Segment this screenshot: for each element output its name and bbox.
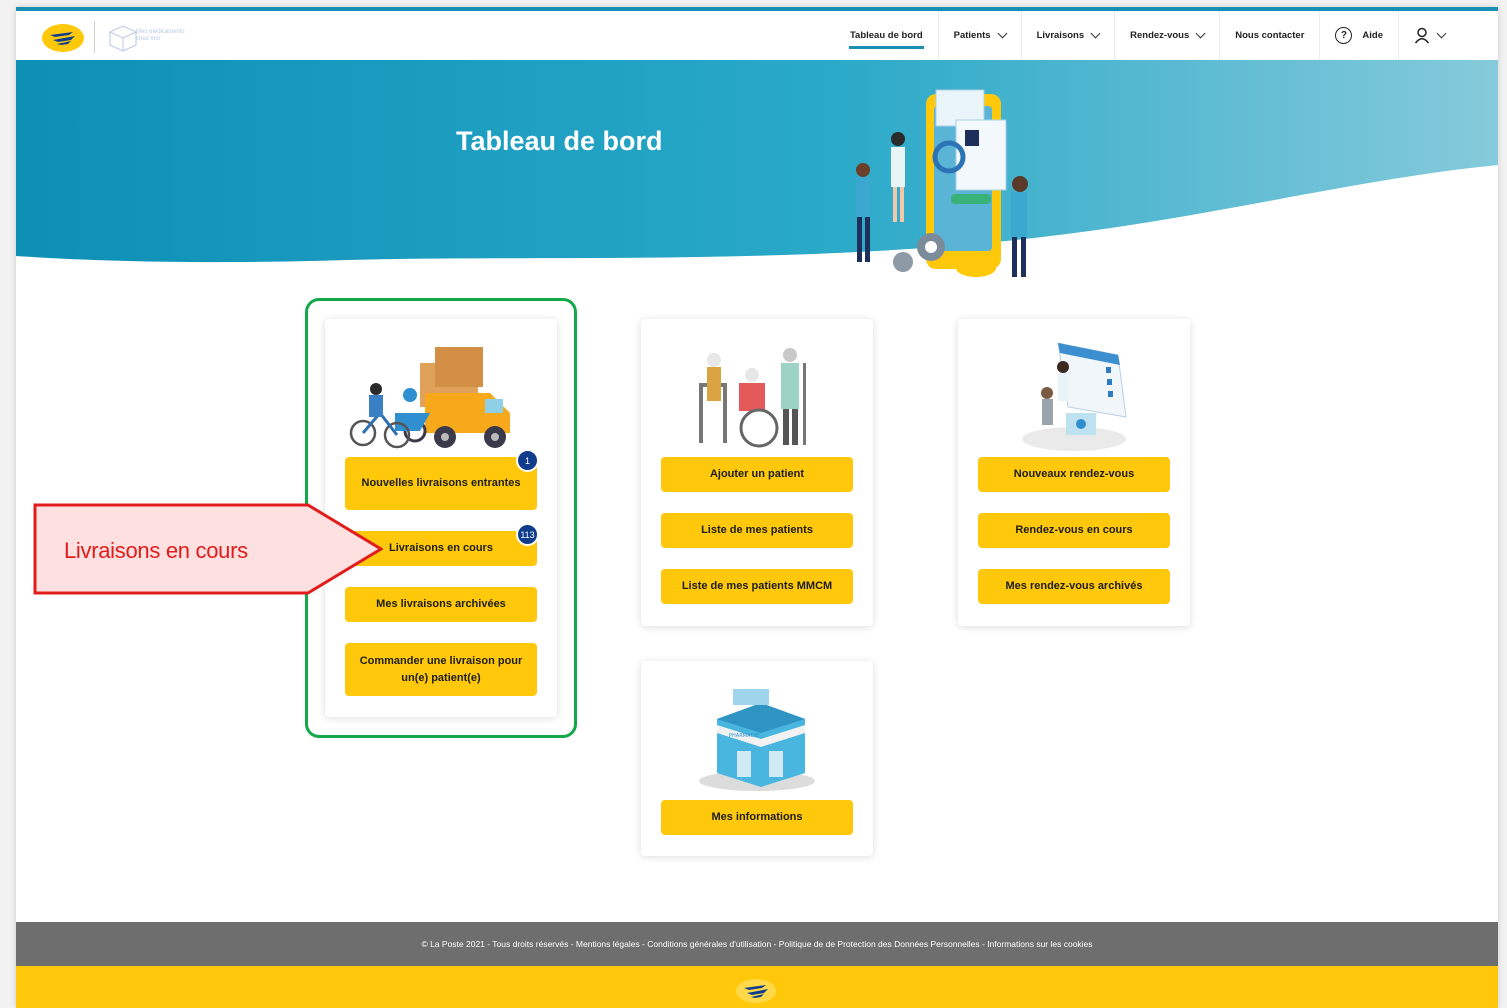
hero-banner: Tableau de bord [16,60,1498,320]
mmcm-logo-line1: Mes médicaments [136,29,185,35]
logo-separator [94,21,95,53]
nav-rendez-vous[interactable]: Rendez-vous [1114,11,1219,60]
card-patients: Ajouter un patient Liste de mes patients… [641,319,873,626]
card-informations: PHARMACIE Mes informations [641,661,873,856]
nav-aide[interactable]: ? Aide [1319,11,1398,60]
calendar-illustration-icon [1022,342,1127,451]
patients-illustration-icon [699,348,806,448]
la-poste-logo-icon[interactable] [41,23,85,53]
pharmacy-sign-text: PHARMACIE [729,733,758,739]
rendez-vous-en-cours-label: Rendez-vous en cours [1015,524,1133,536]
footer-links: © La Poste 2021 - Tous droits réservés -… [16,922,1498,966]
nav-nous-contacter-label: Nous contacter [1235,30,1305,41]
rendez-vous-archives-label: Mes rendez-vous archivés [1005,580,1143,592]
nouveaux-rendez-vous-label: Nouveaux rendez-vous [1013,468,1135,480]
chevron-down-icon [997,28,1008,39]
help-icon: ? [1335,27,1353,44]
ajouter-patient-label: Ajouter un patient [709,468,805,480]
nouveaux-rendez-vous-button[interactable]: Nouveaux rendez-vous [978,457,1170,492]
card-rendez-vous: Nouveaux rendez-vous Rendez-vous en cour… [958,319,1190,626]
mes-informations-label: Mes informations [711,811,803,823]
nav-livraisons-label: Livraisons [1036,30,1085,41]
dashboard-illustration-icon [856,89,1028,277]
user-icon [1414,27,1430,44]
footer-text[interactable]: © La Poste 2021 - Tous droits réservés -… [421,939,1092,949]
pharmacy-shop-icon: PHARMACIE [699,689,815,791]
nav-livraisons[interactable]: Livraisons [1020,11,1115,60]
nav-rendez-vous-label: Rendez-vous [1130,30,1190,41]
liste-patients-mmcm-button[interactable]: Liste de mes patients MMCM [661,569,853,604]
liste-patients-label: Liste de mes patients [701,524,813,536]
rendez-vous-en-cours-button[interactable]: Rendez-vous en cours [978,513,1170,548]
main-nav: Tableau de bord Patients Livraisons Rend… [835,11,1460,60]
mmcm-logo-line2: chez moi [136,36,161,42]
nav-patients[interactable]: Patients [937,11,1021,60]
app-window: Mes médicaments chez moi Tableau de bord… [16,7,1498,1008]
page-title: Tableau de bord [456,126,663,156]
nav-tableau-de-bord[interactable]: Tableau de bord [835,11,938,60]
nav-nous-contacter[interactable]: Nous contacter [1219,11,1319,60]
nav-tableau-de-bord-label: Tableau de bord [849,30,923,41]
user-menu[interactable] [1398,11,1460,60]
hero-wave-background [16,60,1498,263]
ajouter-patient-button[interactable]: Ajouter un patient [661,457,853,492]
chevron-down-icon [1195,28,1206,39]
mmcm-logo-text: Mes médicaments chez moi [136,29,196,43]
liste-patients-mmcm-label: Liste de mes patients MMCM [681,580,833,592]
chevron-down-icon [1090,28,1101,39]
callout-text: Livraisons en cours [64,538,248,563]
nav-patients-label: Patients [953,30,991,41]
liste-patients-button[interactable]: Liste de mes patients [661,513,853,548]
rendez-vous-archives-button[interactable]: Mes rendez-vous archivés [978,569,1170,604]
top-header: Mes médicaments chez moi Tableau de bord… [16,11,1498,60]
mes-informations-button[interactable]: Mes informations [661,800,853,835]
chevron-down-icon [1436,28,1447,39]
la-poste-footer-logo-icon[interactable] [734,977,778,1005]
nav-aide-label: Aide [1362,30,1383,41]
